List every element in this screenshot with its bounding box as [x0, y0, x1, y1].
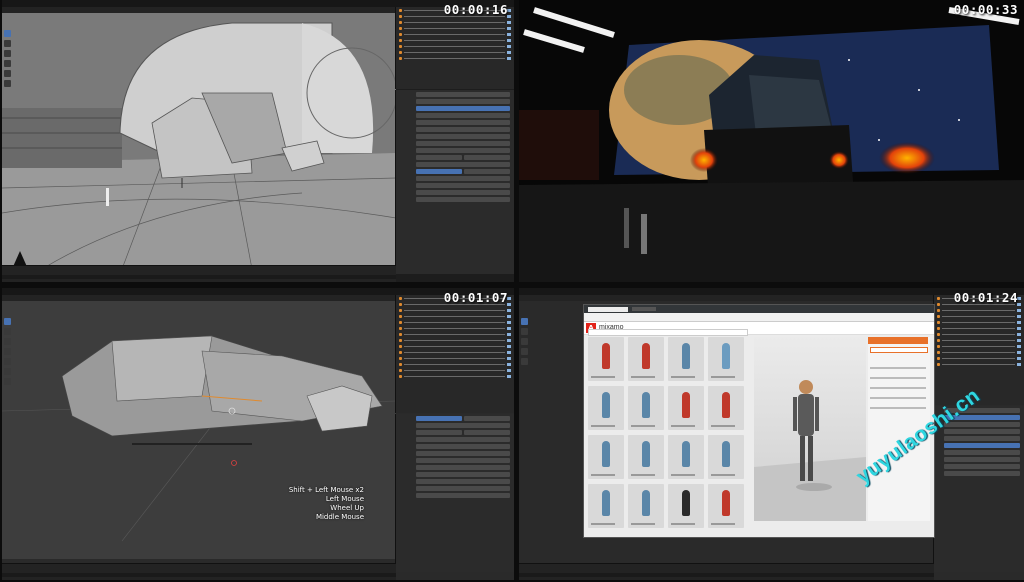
timeline-panel[interactable] — [519, 563, 934, 580]
character-figure — [642, 490, 650, 516]
panel-mixamo: A mixamo 00:01:24 — [519, 288, 1024, 580]
blender-menu-bar[interactable] — [519, 288, 1024, 295]
tool-shelf[interactable] — [4, 318, 13, 385]
timeline-panel[interactable] — [2, 563, 396, 580]
animation-grid — [588, 337, 746, 528]
properties-panel[interactable] — [395, 90, 514, 274]
animation-thumbnail[interactable] — [708, 386, 744, 430]
thumbnail-caption — [671, 474, 695, 476]
character-figure — [682, 343, 690, 369]
thumbnail-caption — [671, 523, 695, 525]
animation-thumbnail[interactable] — [628, 435, 664, 479]
viewport-hangar-solid[interactable] — [2, 13, 396, 269]
timestamp: 00:01:07 — [443, 290, 508, 305]
timeline-panel[interactable] — [2, 265, 396, 282]
properties-panel[interactable] — [395, 414, 514, 572]
browser-tab-bar[interactable] — [584, 305, 934, 313]
thumbnail-caption — [591, 474, 615, 476]
thumbnail-caption — [671, 425, 695, 427]
animation-thumbnail[interactable] — [588, 386, 624, 430]
outliner-panel[interactable] — [395, 295, 514, 413]
thumbnail-caption — [591, 425, 615, 427]
character-figure — [722, 343, 730, 369]
panel-blender-hangar: 00:00:16 — [2, 0, 514, 282]
character-figure — [682, 490, 690, 516]
thumbnail-caption — [711, 474, 735, 476]
param-slider[interactable] — [870, 377, 926, 379]
rendered-scene-image — [519, 0, 1024, 282]
panel-blender-ship: Shift + Left Mouse x2 Left Mouse Wheel U… — [2, 288, 514, 580]
outliner-panel[interactable] — [933, 295, 1024, 405]
character-figure — [722, 490, 730, 516]
param-slider[interactable] — [870, 367, 926, 369]
animation-thumbnail[interactable] — [588, 484, 624, 528]
character-figure — [682, 392, 690, 418]
tool-shelf[interactable] — [4, 30, 13, 87]
character-figure — [602, 343, 610, 369]
thumbnail-caption — [591, 376, 615, 378]
hint-line: Wheel Up — [330, 504, 364, 512]
character-figure — [642, 441, 650, 467]
outliner-panel[interactable] — [395, 7, 514, 89]
character-figure — [642, 343, 650, 369]
param-slider[interactable] — [870, 397, 926, 399]
timestamp: 00:01:24 — [953, 290, 1018, 305]
animation-thumbnail[interactable] — [668, 386, 704, 430]
character-figure — [602, 392, 610, 418]
character-preview-stage[interactable] — [754, 337, 866, 521]
thumbnail-caption — [711, 376, 735, 378]
thumbnail-caption — [631, 425, 655, 427]
timestamp: 00:00:33 — [953, 2, 1018, 17]
thumbnail-caption — [711, 523, 735, 525]
animation-thumbnail[interactable] — [588, 337, 624, 381]
mixamo-browser-window[interactable]: A mixamo — [583, 304, 935, 538]
animation-search-input[interactable] — [588, 329, 748, 336]
thumbnail-caption — [591, 523, 615, 525]
thumbnail-caption — [671, 376, 695, 378]
tool-shelf[interactable] — [521, 318, 530, 365]
mouse-input-overlay: Shift + Left Mouse x2 Left Mouse Wheel U… — [289, 486, 364, 522]
character-figure — [682, 441, 690, 467]
param-slider[interactable] — [870, 407, 926, 409]
browser-address-bar[interactable] — [584, 313, 934, 322]
thumbnail-caption — [711, 425, 735, 427]
character-preview — [754, 380, 866, 521]
param-slider[interactable] — [870, 387, 926, 389]
animation-thumbnail[interactable] — [588, 435, 624, 479]
blender-menu-bar[interactable] — [2, 288, 514, 295]
hint-line: Middle Mouse — [315, 513, 364, 521]
animation-thumbnail[interactable] — [708, 435, 744, 479]
character-figure — [722, 441, 730, 467]
character-figure — [602, 490, 610, 516]
hint-line: Left Mouse — [325, 495, 364, 503]
panel-render: 00:00:33 — [519, 0, 1024, 282]
animation-thumbnail[interactable] — [668, 435, 704, 479]
character-figure — [642, 392, 650, 418]
animation-thumbnail[interactable] — [668, 484, 704, 528]
find-character-button[interactable] — [870, 347, 928, 353]
hint-line: Shift + Left Mouse x2 — [288, 486, 364, 494]
timestamp: 00:00:16 — [443, 2, 508, 17]
animation-thumbnail[interactable] — [628, 484, 664, 528]
animation-thumbnail[interactable] — [628, 337, 664, 381]
animation-thumbnail[interactable] — [628, 386, 664, 430]
animation-thumbnail[interactable] — [708, 484, 744, 528]
thumbnail-caption — [631, 474, 655, 476]
blender-menu-bar[interactable] — [2, 0, 514, 7]
animation-thumbnail[interactable] — [708, 337, 744, 381]
animation-thumbnail[interactable] — [668, 337, 704, 381]
thumbnail-caption — [631, 523, 655, 525]
character-figure — [722, 392, 730, 418]
download-button[interactable] — [868, 337, 928, 344]
thumbnail-caption — [631, 376, 655, 378]
character-figure — [602, 441, 610, 467]
